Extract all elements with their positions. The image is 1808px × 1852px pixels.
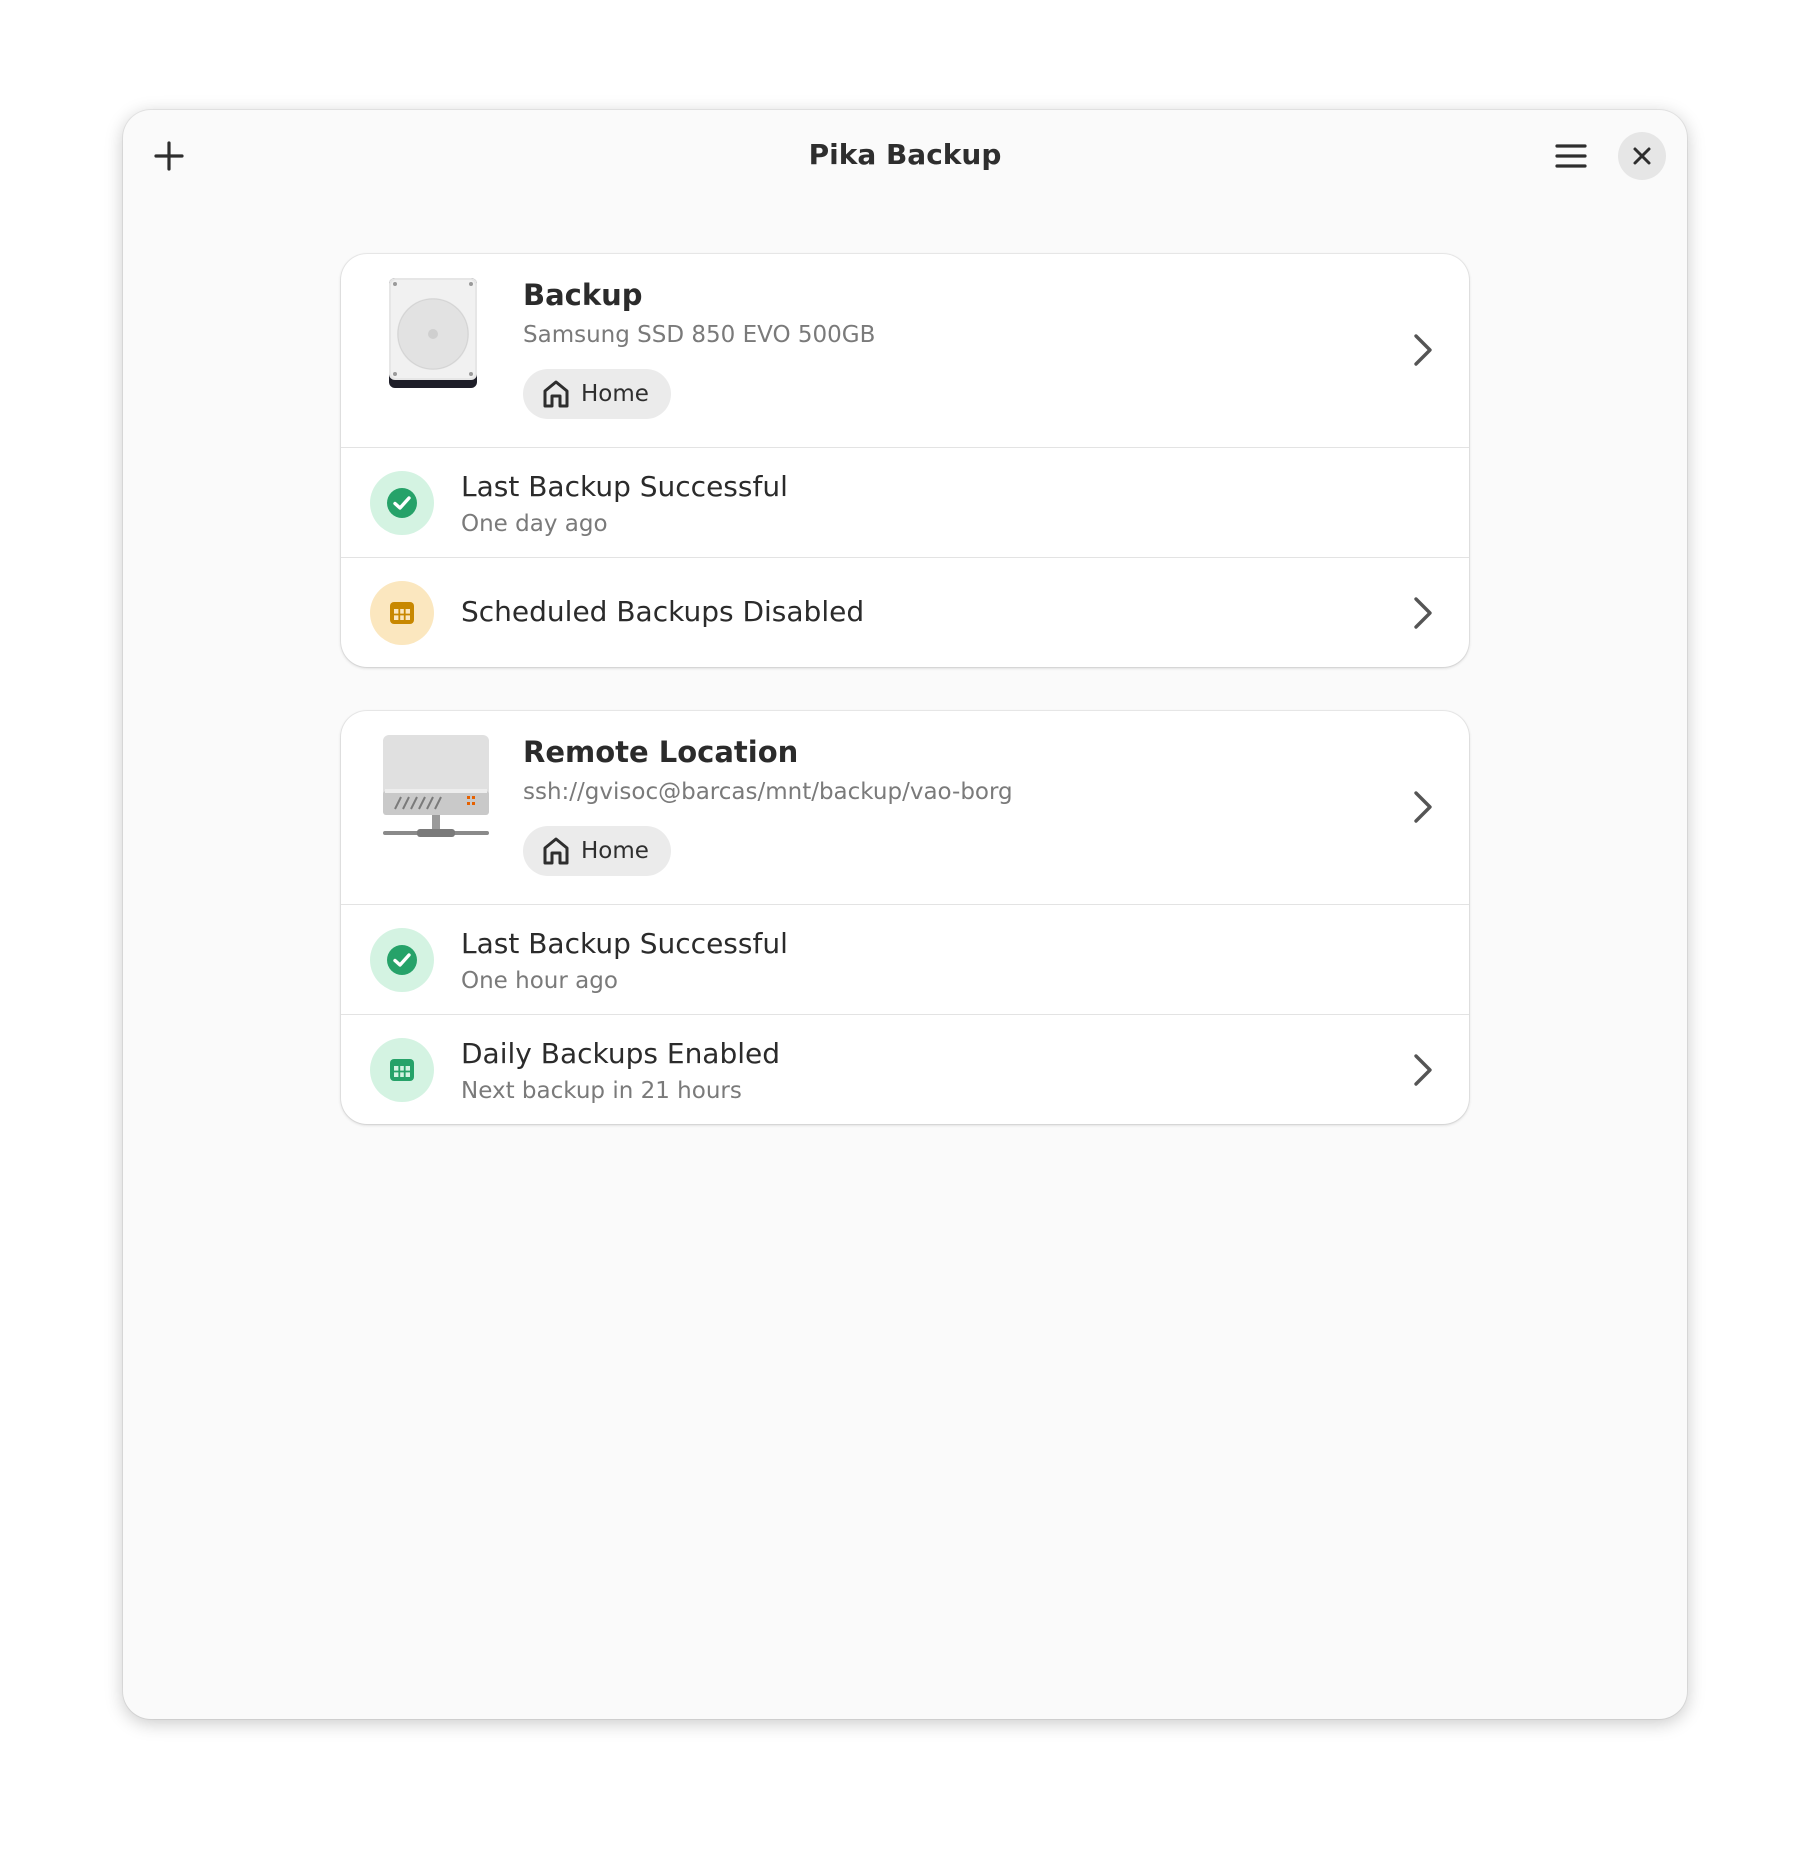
include-pill: Home — [523, 826, 671, 876]
close-icon — [1633, 147, 1651, 165]
repository-card-backup: Backup Samsung SSD 850 EVO 500GB Home La… — [341, 254, 1469, 667]
include-label: Home — [581, 381, 649, 407]
window-title: Pika Backup — [808, 138, 1002, 171]
repository-row[interactable]: Backup Samsung SSD 850 EVO 500GB Home — [341, 254, 1469, 448]
chevron-right-icon — [1414, 1054, 1432, 1086]
schedule-subtitle: Next backup in 21 hours — [461, 1078, 742, 1104]
checkmark-icon — [387, 488, 417, 518]
last-backup-row: Last Backup Successful One hour ago — [341, 905, 1469, 1015]
schedule-row[interactable]: Daily Backups Enabled Next backup in 21 … — [341, 1015, 1469, 1124]
chevron-right-icon — [1414, 791, 1432, 823]
repository-row[interactable]: Remote Location ssh://gvisoc@barcas/mnt/… — [341, 711, 1469, 905]
chevron-right-icon — [1414, 334, 1432, 366]
status-circle — [370, 928, 434, 992]
chevron-right-icon — [1414, 597, 1432, 629]
include-pill: Home — [523, 369, 671, 419]
repository-card-remote: Remote Location ssh://gvisoc@barcas/mnt/… — [341, 711, 1469, 1124]
repository-subtitle: ssh://gvisoc@barcas/mnt/backup/vao-borg — [523, 779, 1013, 805]
status-circle — [370, 581, 434, 645]
last-backup-title: Last Backup Successful — [461, 927, 788, 960]
last-backup-subtitle: One day ago — [461, 511, 608, 537]
main-menu-button[interactable] — [1547, 132, 1595, 180]
repository-subtitle: Samsung SSD 850 EVO 500GB — [523, 322, 876, 348]
home-icon — [543, 380, 569, 408]
home-icon — [543, 837, 569, 865]
schedule-title: Scheduled Backups Disabled — [461, 595, 865, 628]
repository-title: Remote Location — [523, 735, 799, 769]
last-backup-subtitle: One hour ago — [461, 968, 618, 994]
checkmark-icon — [387, 945, 417, 975]
status-circle — [370, 471, 434, 535]
last-backup-title: Last Backup Successful — [461, 470, 788, 503]
last-backup-row: Last Backup Successful One day ago — [341, 448, 1469, 558]
hard-drive-icon — [389, 278, 477, 388]
schedule-title: Daily Backups Enabled — [461, 1037, 781, 1070]
headerbar: Pika Backup — [123, 110, 1687, 202]
close-window-button[interactable] — [1618, 132, 1666, 180]
app-window: Pika Backup Backup Samsung SSD 850 EVO 5… — [123, 110, 1687, 1719]
hamburger-menu-icon — [1555, 144, 1587, 168]
repository-title: Backup — [523, 278, 643, 312]
include-label: Home — [581, 838, 649, 864]
calendar-icon — [390, 1059, 414, 1081]
status-circle — [370, 1038, 434, 1102]
calendar-icon — [390, 602, 414, 624]
network-server-icon — [383, 735, 489, 837]
schedule-row[interactable]: Scheduled Backups Disabled — [341, 558, 1469, 667]
